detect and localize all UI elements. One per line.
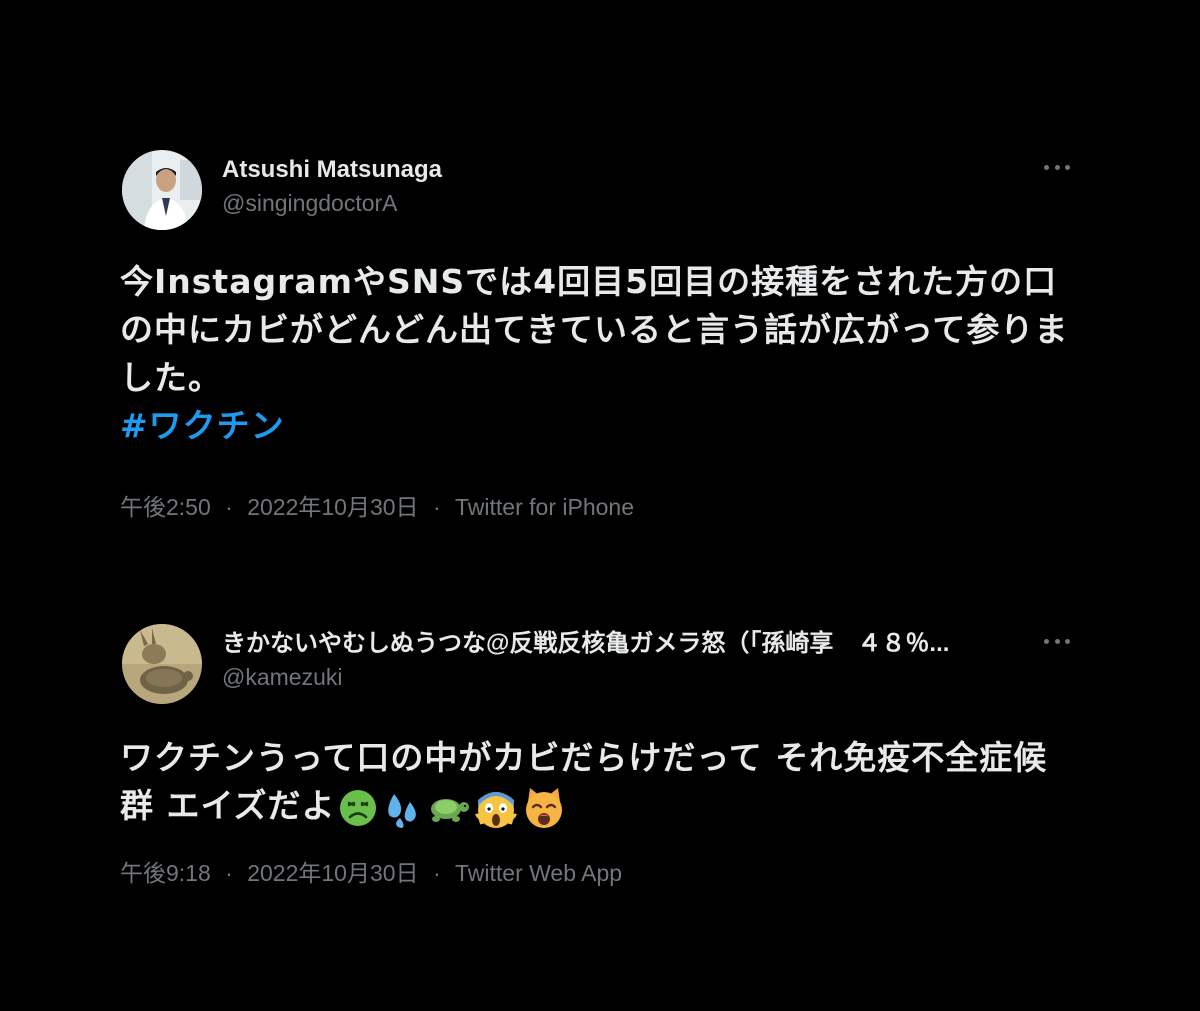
display-name[interactable]: きかないやむしぬうつな@反戦反核亀ガメラ怒（「孫崎享 ４８％... <box>222 630 1020 658</box>
tweet-time[interactable]: 午後9:18 <box>120 860 211 886</box>
tweet-header: きかないやむしぬうつな@反戦反核亀ガメラ怒（「孫崎享 ４８％... @kamez… <box>120 622 1080 704</box>
tweet-date[interactable]: 2022年10月30日 <box>247 494 418 520</box>
meta-separator: · <box>225 494 233 520</box>
avatar[interactable] <box>122 150 202 230</box>
emoji-group <box>338 786 566 830</box>
tweet-time[interactable]: 午後2:50 <box>120 494 211 520</box>
weary-cat-emoji <box>525 787 562 828</box>
tweet-body-text: ワクチンうって口の中がカビだらけだって それ免疫不全症候群 エイズだよ <box>120 738 1048 825</box>
tweet-source[interactable]: Twitter Web App <box>455 860 622 886</box>
screaming-face-emoji <box>474 791 517 828</box>
tweet-metadata: 午後9:18 · 2022年10月30日 · Twitter Web App <box>120 854 1080 888</box>
more-options-icon[interactable] <box>1044 158 1070 176</box>
tweet-text: ワクチンうって口の中がカビだらけだって それ免疫不全症候群 エイズだよ <box>120 734 1080 830</box>
tweet-source[interactable]: Twitter for iPhone <box>455 494 634 520</box>
tweet-text: 今InstagramやSNSでは4回目5回目の接種をされた方の口の中にカビがどん… <box>120 258 1080 450</box>
user-handle[interactable]: @kamezuki <box>222 664 1020 690</box>
meta-separator: · <box>432 494 441 520</box>
display-name[interactable]: Atsushi Matsunaga <box>222 156 1020 184</box>
tweet-card[interactable]: きかないやむしぬうつな@反戦反核亀ガメラ怒（「孫崎享 ４８％... @kamez… <box>120 622 1080 888</box>
sweat-droplets-emoji <box>387 793 416 828</box>
meta-separator: · <box>432 860 441 886</box>
more-options-icon[interactable] <box>1044 632 1070 650</box>
tweet-card[interactable]: Atsushi Matsunaga @singingdoctorA 今Insta… <box>120 148 1080 522</box>
user-handle[interactable]: @singingdoctorA <box>222 190 1020 216</box>
tweet-header: Atsushi Matsunaga @singingdoctorA <box>120 148 1080 230</box>
turtle-emoji <box>430 798 469 822</box>
tweet-body-text: 今InstagramやSNSでは4回目5回目の接種をされた方の口の中にカビがどん… <box>120 262 1069 397</box>
meta-separator: · <box>225 860 233 886</box>
nauseated-face-emoji <box>339 789 376 826</box>
tweet-date[interactable]: 2022年10月30日 <box>247 860 418 886</box>
avatar[interactable] <box>122 624 202 704</box>
hashtag-link[interactable]: #ワクチン <box>120 402 1080 450</box>
tweet-metadata: 午後2:50 · 2022年10月30日 · Twitter for iPhon… <box>120 488 1080 522</box>
